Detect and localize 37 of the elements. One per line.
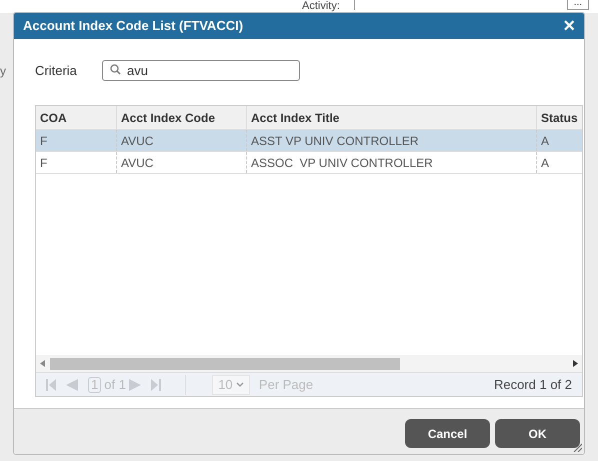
table-cell: AVUC: [116, 130, 246, 151]
per-page-label: Per Page: [258, 376, 314, 394]
resize-grip-icon[interactable]: [572, 442, 582, 452]
page-count: of 1: [104, 376, 126, 394]
record-count: Record 1 of 2: [494, 376, 572, 394]
table-cell: AVUC: [116, 152, 246, 173]
scrollbar-thumb[interactable]: [50, 358, 400, 370]
criteria-field[interactable]: avu: [102, 60, 300, 81]
search-icon: [110, 64, 121, 75]
field-label: Activity:: [302, 0, 340, 12]
dialog-button[interactable]: Cancel: [405, 419, 490, 448]
dialog-title: Account Index Code List (FTVACCI): [23, 17, 244, 36]
table-cell: ASSOC VP UNIV CONTROLLER: [246, 152, 536, 173]
table-row[interactable]: F AVUC ASST VP UNIV CONTROLLER A: [36, 130, 582, 152]
criteria-label: Criteria: [35, 62, 78, 80]
previous-page-icon[interactable]: [66, 378, 78, 390]
table-cell-text: F: [39, 132, 48, 150]
column-header[interactable]: Acct Index Title: [246, 106, 536, 129]
dialog-button[interactable]: OK: [495, 419, 580, 448]
column-header[interactable]: Acct Index Code: [116, 106, 246, 129]
lookup-button[interactable]: ...: [566, 0, 589, 10]
column-header[interactable]: Status: [536, 106, 583, 129]
table-cell-text: F: [39, 154, 48, 172]
last-page-icon[interactable]: [150, 378, 161, 390]
column-header[interactable]: COA: [36, 106, 116, 129]
table-cell: ASST VP UNIV CONTROLLER: [246, 130, 536, 151]
close-button[interactable]: ×: [563, 16, 575, 36]
table-row[interactable]: F AVUC ASSOC VP UNIV CONTROLLER A: [36, 152, 582, 174]
horizontal-scrollbar[interactable]: [36, 355, 582, 372]
scroll-left-icon[interactable]: [40, 360, 45, 367]
next-page-icon[interactable]: [128, 378, 141, 390]
table-cell: A: [536, 152, 583, 173]
first-page-icon[interactable]: [46, 378, 56, 390]
scroll-right-icon[interactable]: [573, 360, 578, 367]
chevron-down-icon: [236, 382, 244, 387]
table-cell: A: [536, 130, 583, 151]
background-text: y: [0, 63, 7, 80]
